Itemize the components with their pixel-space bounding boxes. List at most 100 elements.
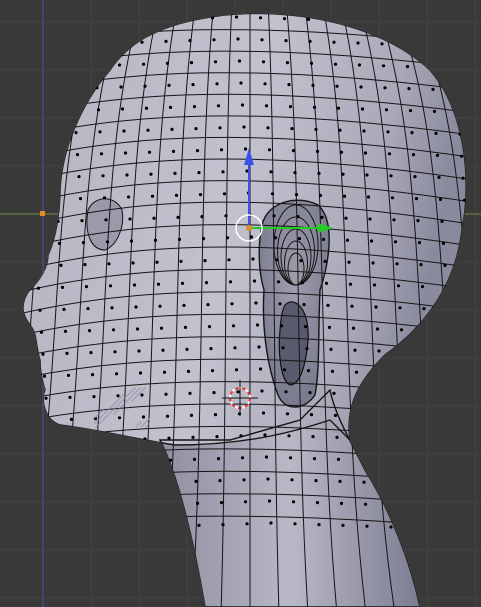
viewport-canvas[interactable] (0, 0, 481, 607)
vertex (207, 325, 212, 329)
vertex (60, 285, 65, 289)
stipple-dot (106, 415, 108, 417)
stipple-dot (127, 394, 129, 396)
vertex (48, 462, 53, 466)
vertex (365, 173, 369, 177)
stipple-dot (138, 388, 140, 390)
vertex (281, 346, 285, 350)
vertex (179, 259, 183, 263)
vertex (359, 436, 363, 440)
vertex (446, 307, 450, 311)
stipple-dot (128, 398, 130, 400)
stipple-dot (146, 425, 148, 427)
vertex (22, 66, 26, 70)
vertex (383, 437, 387, 441)
vertex (23, 88, 27, 92)
vertex (414, 197, 419, 201)
vertex (267, 499, 272, 503)
vertex (4, 508, 7, 511)
vertex (71, 87, 75, 91)
vertex (51, 506, 56, 510)
stipple-dot (130, 396, 132, 398)
vertex (68, 395, 72, 399)
stipple-dot (94, 422, 96, 424)
vertex (350, 304, 354, 308)
vertex (347, 260, 351, 264)
vertex (336, 457, 341, 461)
vertex (138, 371, 143, 375)
vertex (203, 259, 207, 263)
vertex (84, 285, 89, 289)
vertex (458, 483, 462, 487)
vertex (294, 193, 299, 197)
vertex (119, 85, 123, 89)
vertex (293, 171, 297, 175)
vertex (371, 261, 375, 265)
vertex (405, 65, 410, 69)
vertex (236, 390, 240, 394)
vertex (59, 263, 63, 267)
vertex (8, 221, 11, 224)
vertex (120, 460, 125, 464)
vertex (197, 171, 201, 175)
vertex (411, 504, 416, 508)
vertex (305, 347, 309, 351)
vertex (455, 88, 459, 92)
vertex (360, 107, 365, 111)
vertex (342, 194, 347, 198)
vertex (218, 126, 222, 130)
vertex (150, 194, 155, 198)
vertex (377, 349, 381, 353)
vertex (218, 479, 222, 483)
vertex (252, 279, 257, 283)
vertex (306, 17, 311, 21)
vertex (308, 391, 312, 395)
vertex (408, 109, 413, 113)
vertex (212, 38, 216, 42)
vertex (95, 86, 99, 90)
stipple-dot (97, 424, 99, 426)
vertex (296, 215, 300, 219)
stipple-dot (122, 404, 124, 406)
vertex (111, 328, 116, 332)
stipple-dot (134, 397, 136, 399)
vertex (117, 63, 122, 67)
vertex (188, 391, 192, 395)
vertex (452, 395, 456, 399)
vertex (164, 392, 168, 396)
vertex (443, 263, 447, 267)
stipple-dot (115, 406, 117, 408)
vertex (242, 125, 246, 129)
vertex (429, 417, 434, 421)
stipple-dot (131, 390, 133, 392)
vertex (129, 239, 134, 243)
vertex (455, 439, 459, 443)
vertex (290, 127, 294, 131)
vertex (143, 437, 147, 441)
vertex (45, 418, 50, 422)
stipple-dot (99, 422, 101, 424)
vertex (245, 522, 249, 526)
vertex (332, 391, 336, 395)
vertex (63, 329, 68, 333)
stipple-dot (148, 418, 150, 420)
vertex (476, 45, 479, 48)
vertex (116, 41, 120, 45)
vertex (45, 65, 50, 69)
vertex (38, 308, 42, 312)
stipple-dot (101, 420, 103, 422)
vertex (393, 240, 398, 244)
vertex (260, 389, 264, 393)
vertex (428, 43, 432, 48)
vertex (197, 523, 201, 528)
vertex (192, 457, 197, 461)
stipple-dot (140, 421, 142, 423)
3d-viewport[interactable] (0, 0, 481, 607)
vertex (191, 435, 195, 439)
vertex (314, 479, 318, 483)
vertex (36, 286, 41, 290)
stipple-dot (109, 412, 111, 414)
origin-marker-icon[interactable] (40, 211, 45, 216)
vertex (398, 306, 402, 310)
vertex (467, 265, 470, 268)
